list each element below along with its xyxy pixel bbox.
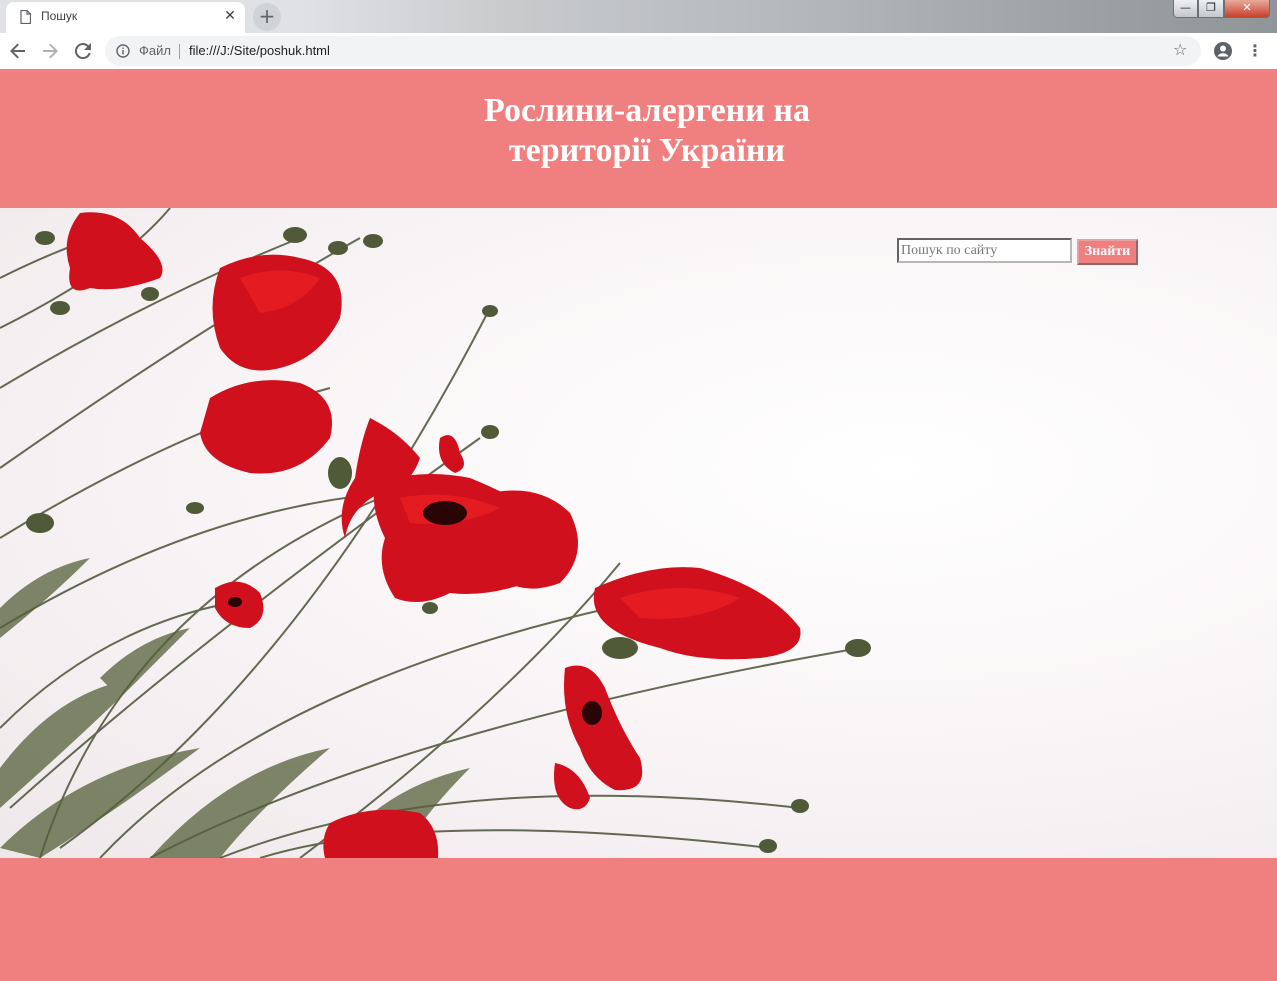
page-title-line1: Рослини-алергени на — [484, 92, 810, 129]
close-window-button[interactable]: ✕ — [1224, 0, 1270, 18]
account-icon[interactable] — [1211, 39, 1235, 63]
back-icon[interactable] — [6, 39, 30, 63]
minimize-window-button[interactable]: — — [1173, 0, 1198, 18]
poppies-illustration — [0, 208, 871, 858]
menu-icon[interactable]: ⋮ — [1243, 39, 1267, 63]
page-footer — [0, 858, 1277, 981]
scheme-label: Файл — [139, 43, 171, 58]
search-button[interactable]: Знайти — [1077, 239, 1138, 265]
page-title-line2: території України — [508, 132, 786, 169]
page-title: Рослини-алергени на території України — [0, 91, 1277, 171]
tab-title: Пошук — [41, 9, 78, 23]
maximize-window-button[interactable]: ❐ — [1198, 0, 1224, 18]
info-icon[interactable] — [116, 44, 130, 58]
close-tab-icon[interactable]: ✕ — [222, 8, 238, 24]
url-text[interactable]: file:///J:/Site/poshuk.html — [189, 43, 330, 58]
page-header: Рослини-алергени на території України — [0, 69, 1277, 208]
browser-toolbar: Файл file:///J:/Site/poshuk.html ☆ ⋮ — [0, 33, 1277, 69]
page-icon — [20, 10, 31, 24]
hero-image — [0, 208, 1277, 858]
address-bar[interactable]: Файл file:///J:/Site/poshuk.html ☆ — [105, 36, 1201, 66]
address-divider — [179, 44, 180, 59]
star-icon[interactable]: ☆ — [1173, 40, 1187, 59]
forward-icon[interactable] — [38, 39, 62, 63]
tab-strip: Пошук ✕ + — ❐ ✕ — [0, 0, 1277, 33]
browser-tab-active[interactable]: Пошук ✕ — [6, 2, 245, 33]
search-input[interactable] — [897, 238, 1072, 263]
new-tab-button[interactable]: + — [253, 3, 281, 31]
reload-icon[interactable] — [71, 39, 95, 63]
